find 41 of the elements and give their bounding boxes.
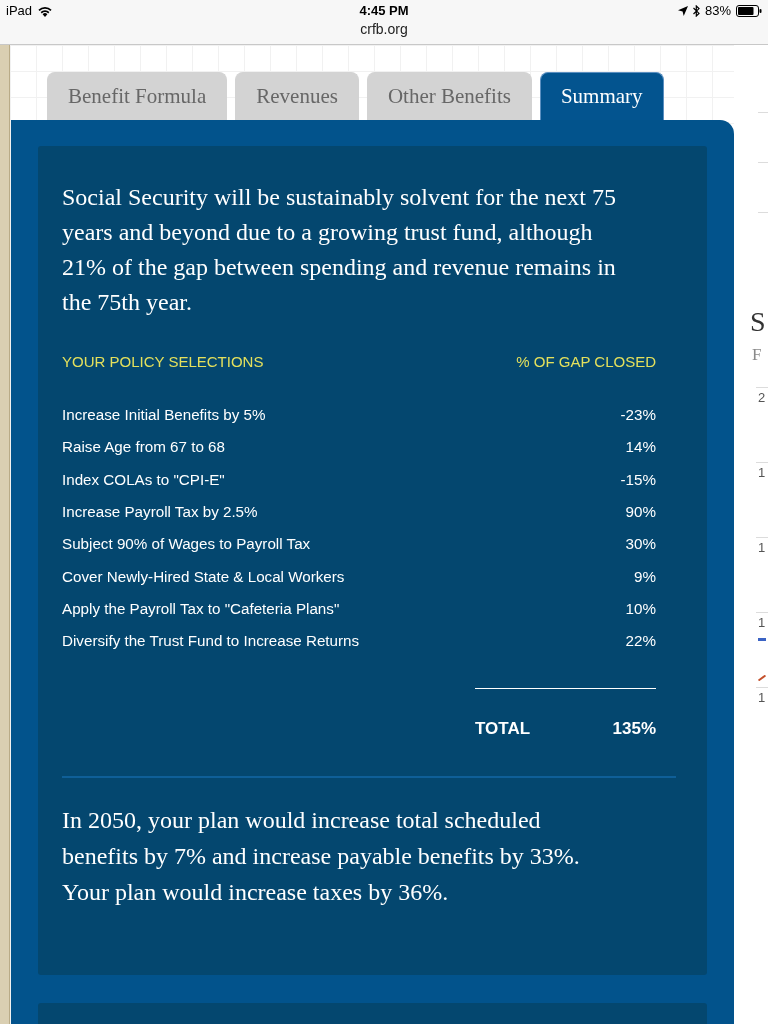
- status-time: 4:45 PM: [359, 3, 409, 18]
- side-subheading: F: [752, 344, 763, 366]
- policy-name: Diversify the Trust Fund to Increase Returns: [62, 632, 360, 651]
- gap-closed-value: -15%: [620, 470, 656, 489]
- summary-text: Social Security will be sustainably solvent for the next 75 years and beyond due to a growing trust fund, although 21% of the gap between spending and revenue remains in the 75th year.: [62, 183, 617, 317]
- policy-name: Cover Newly-Hired State & Local Workers: [62, 567, 345, 586]
- gap-closed-value: -23%: [620, 406, 656, 425]
- tab[interactable]: Benefit Formula: [47, 72, 228, 120]
- policy-name: Increase Payroll Tax by 2.5%: [62, 503, 258, 522]
- policy-name: Index COLAs to "CPI-E": [62, 470, 225, 489]
- wifi-icon: [37, 4, 54, 17]
- location-arrow-icon: [677, 5, 688, 16]
- tab[interactable]: Revenues: [235, 72, 359, 120]
- address-url[interactable]: crfb.org: [360, 21, 408, 37]
- policy-name: Raise Age from 67 to 68: [62, 438, 225, 457]
- side-value: 1: [758, 616, 766, 630]
- gap-closed-value: 90%: [625, 503, 656, 522]
- policy-name: Increase Initial Benefits by 5%: [62, 406, 266, 425]
- column-header: % OF GAP CLOSED: [516, 353, 656, 371]
- side-heading: S: [750, 307, 767, 337]
- gap-closed-value: 14%: [625, 438, 656, 457]
- policy-name: Subject 90% of Wages to Payroll Tax: [62, 535, 311, 554]
- gap-closed-value: 10%: [625, 599, 656, 618]
- tab[interactable]: Summary: [539, 72, 664, 120]
- gap-closed-value: 9%: [634, 567, 656, 586]
- side-value: 1: [758, 541, 766, 555]
- battery-percent: 83%: [704, 3, 731, 18]
- device-name: iPad: [6, 3, 33, 18]
- side-value: 1: [758, 691, 766, 705]
- policy-name: Apply the Payroll Tax to "Cafeteria Plans": [62, 599, 340, 618]
- column-header: YOUR POLICY SELECTIONS: [62, 353, 264, 371]
- tab[interactable]: Other Benefits: [366, 72, 532, 120]
- gap-closed-value: 30%: [625, 535, 656, 554]
- bluetooth-icon: [692, 4, 700, 17]
- side-value: 1: [758, 466, 766, 480]
- total-value: 135%: [612, 719, 656, 740]
- total-label: TOTAL: [475, 719, 531, 740]
- side-value: 2: [758, 391, 766, 405]
- gap-closed-value: 22%: [625, 632, 656, 651]
- battery-icon: [736, 4, 762, 17]
- outcome-text: In 2050, your plan would increase total scheduled benefits by 7% and increase payable benefits by 33%. Your plan would increase taxes by 36%.: [62, 806, 581, 908]
